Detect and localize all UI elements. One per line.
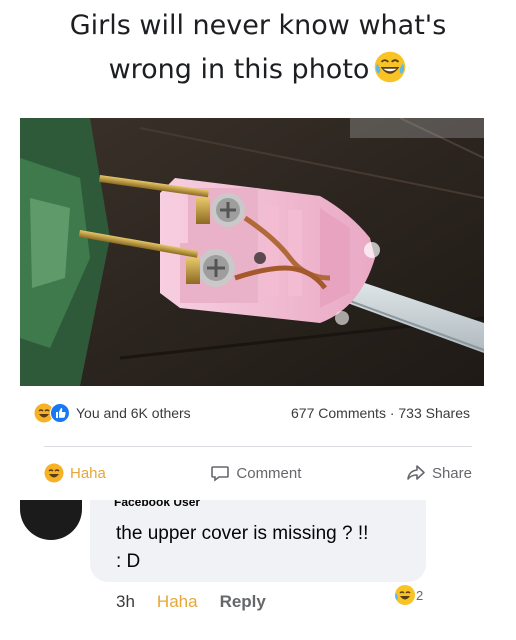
comment-button-label: Comment (236, 464, 302, 482)
post-actions: Haha Comment Share (44, 456, 472, 490)
caption-line-2-text: wrong in this photo (108, 54, 370, 85)
share-icon (407, 465, 425, 480)
share-button[interactable]: Share (406, 463, 472, 483)
comment-icon (211, 466, 230, 482)
comment-reaction-count: 2 (416, 587, 424, 603)
post-caption: Girls will never know what's wrong in th… (0, 4, 516, 92)
comment-text-line-1: the upper cover is missing ? !! (116, 523, 369, 544)
haha-button-label: Haha (70, 464, 106, 482)
reactions-summary[interactable]: You and 6K others 677 Comments · 733 Sha… (20, 396, 484, 430)
plug-photo-image (20, 118, 484, 386)
comments-shares-count[interactable]: 677 Comments · 733 Shares (291, 405, 470, 421)
like-icon (50, 403, 70, 423)
comment-haha-button[interactable]: Haha (157, 592, 198, 612)
divider (44, 446, 472, 447)
caption-line-2: wrong in this photo (0, 48, 516, 92)
comment-reply-button[interactable]: Reply (220, 592, 266, 612)
comment-time[interactable]: 3h (116, 592, 135, 612)
comment-meta: 3h Haha Reply (116, 592, 266, 612)
reaction-count[interactable]: You and 6K others (76, 405, 191, 421)
haha-icon (44, 463, 64, 483)
laugh-crying-emoji-icon (395, 585, 415, 605)
laugh-crying-emoji-icon (375, 51, 406, 83)
comment-text-line-2: : D (116, 551, 141, 572)
comment-text: the upper cover is missing ? !! : D (116, 520, 436, 576)
comment-reaction-badge[interactable]: 2 (394, 584, 423, 606)
comment: Facebook User the upper cover is missing… (20, 500, 496, 640)
reaction-icons (34, 403, 70, 423)
avatar[interactable] (20, 500, 82, 540)
haha-button[interactable]: Haha (44, 463, 106, 483)
share-button-label: Share (431, 464, 472, 482)
comment-button[interactable]: Comment (210, 463, 301, 483)
caption-line-1: Girls will never know what's (69, 10, 447, 41)
comment-author[interactable]: Facebook User (114, 500, 200, 508)
post-photo[interactable] (20, 118, 484, 386)
